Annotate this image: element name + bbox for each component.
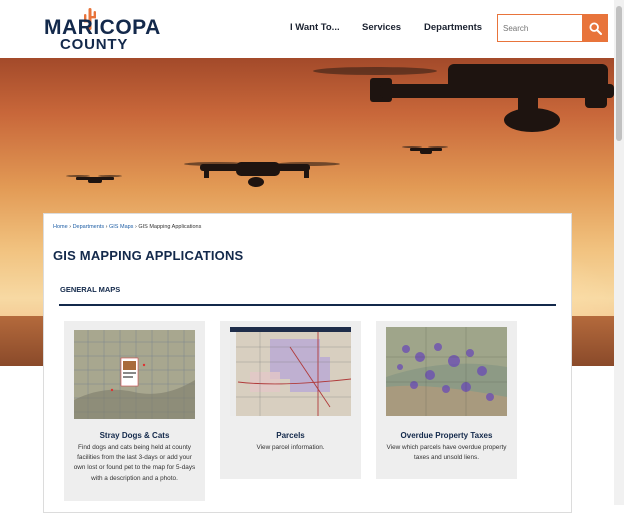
parcels-map-thumbnail[interactable] [230,327,351,416]
breadcrumb-separator: › [134,224,137,230]
nav-departments[interactable]: Departments [424,22,482,33]
overdue-taxes-map-thumbnail[interactable] [386,327,507,416]
stray-dogs-map-thumbnail[interactable] [74,330,195,419]
nav-i-want-to[interactable]: I Want To... [290,22,340,33]
search-icon [589,21,602,35]
breadcrumb-departments[interactable]: Departments [73,224,105,230]
tile-parcels[interactable]: Parcels View parcel information. [220,321,361,479]
logo-line2: COUNTY [60,36,129,53]
tile-description: Find dogs and cats being held at county … [73,444,196,482]
tile-title[interactable]: Overdue Property Taxes [376,431,517,440]
tile-title[interactable]: Parcels [220,431,361,440]
maricopa-county-logo[interactable]: MARICOPA COUNTY [44,8,160,54]
breadcrumb-separator: › [69,224,72,230]
scrollbar-thumb[interactable] [616,6,622,141]
breadcrumb-home[interactable]: Home [53,224,68,230]
page-title: GIS MAPPING APPLICATIONS [53,248,244,263]
tile-stray-dogs-cats[interactable]: Stray Dogs & Cats Find dogs and cats bei… [64,321,205,501]
search-button[interactable] [583,14,608,42]
tile-title[interactable]: Stray Dogs & Cats [64,431,205,440]
breadcrumb-gis-maps[interactable]: GIS Maps [109,224,133,230]
section-title-general-maps: GENERAL MAPS [60,285,121,294]
page-scrollbar[interactable] [614,0,624,505]
tile-description: View parcel information. [256,444,325,451]
search-input[interactable] [503,16,583,40]
tile-description: View which parcels have overdue property… [386,444,507,462]
breadcrumb-current: GIS Mapping Applications [138,224,202,230]
content-card: Home › Departments › GIS Maps › GIS Mapp… [43,213,572,513]
tile-overdue-property-taxes[interactable]: Overdue Property Taxes View which parcel… [376,321,517,479]
breadcrumb: Home › Departments › GIS Maps › GIS Mapp… [53,224,201,230]
breadcrumb-separator: › [105,224,108,230]
nav-services[interactable]: Services [362,22,401,33]
site-header: MARICOPA COUNTY I Want To... Services De… [0,0,614,58]
section-divider [59,304,556,306]
search-field[interactable] [497,14,583,42]
